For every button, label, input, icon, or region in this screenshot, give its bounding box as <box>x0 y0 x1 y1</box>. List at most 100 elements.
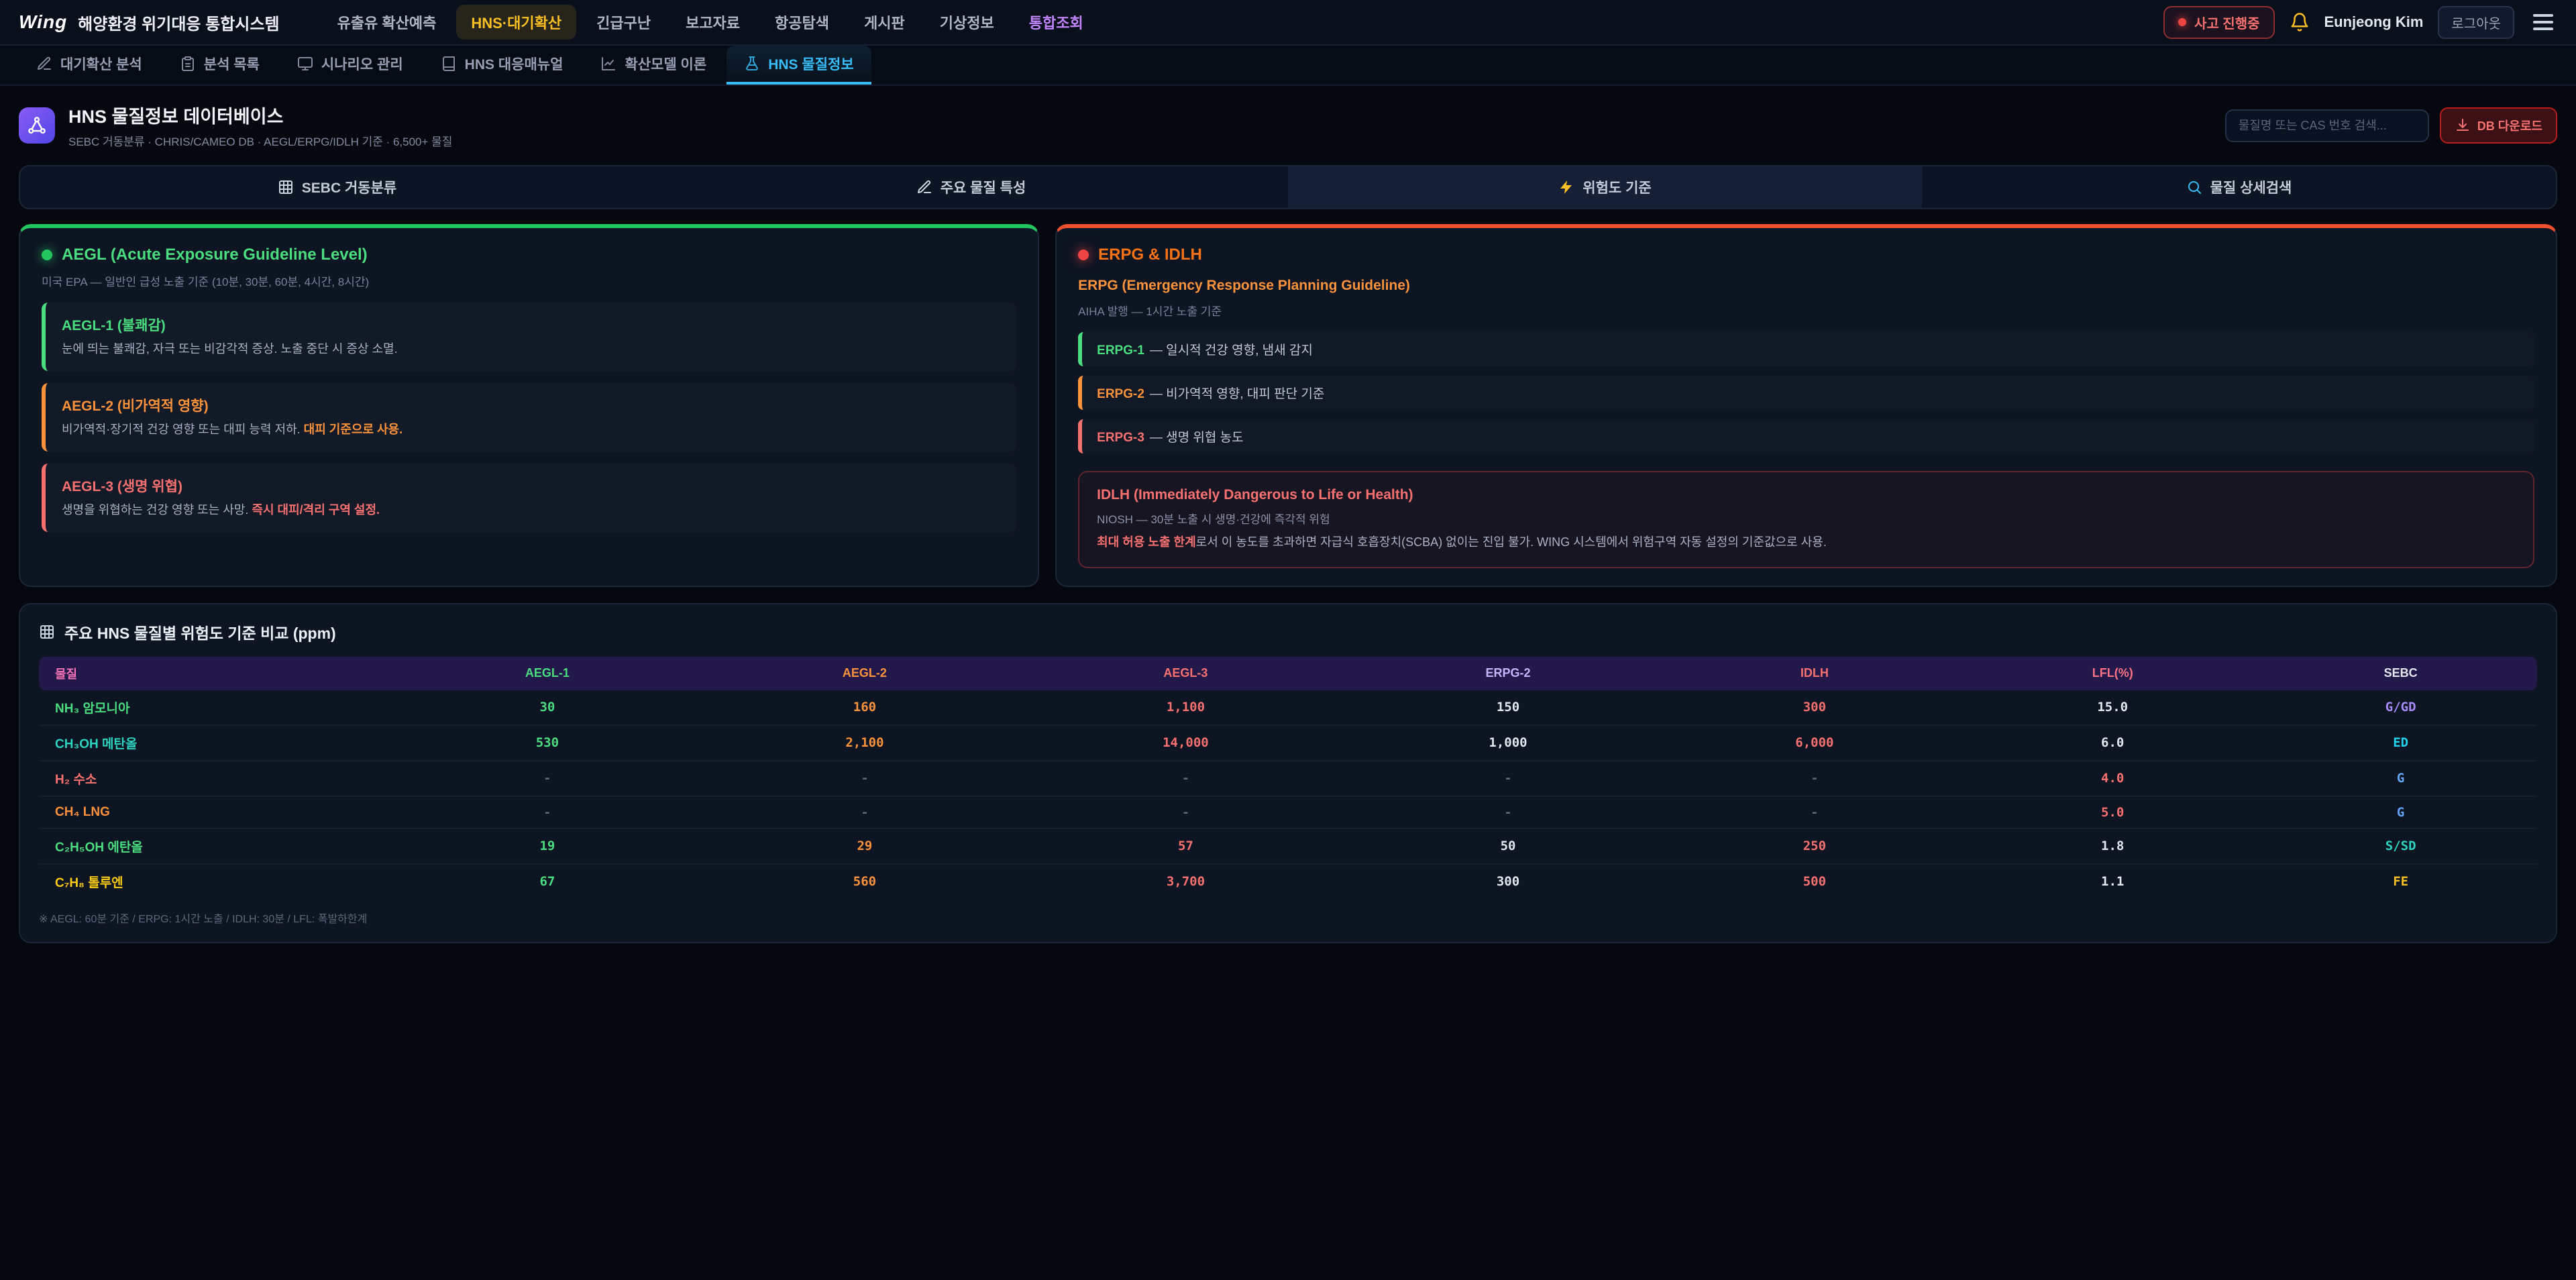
column-header-1: 물질 <box>39 657 388 690</box>
search-icon <box>2186 179 2202 195</box>
nav-item-5[interactable]: 항공탐색 <box>760 5 844 40</box>
aegl-item-2: AEGL-2 (비가역적 영향)비가역적·장기적 건강 영향 또는 대피 능력 … <box>42 383 1016 451</box>
aegl-panel-title-text: AEGL (Acute Exposure Guideline Level) <box>62 246 368 264</box>
bell-icon[interactable] <box>2290 12 2310 32</box>
aegl-item-emphasis: 대피 기준으로 사용. <box>304 423 402 436</box>
column-header-5: ERPG-2 <box>1348 657 1668 690</box>
idlh-description: 최대 허용 노출 한계로서 이 농도를 초과하면 자급식 호흡장치(SCBA) … <box>1097 533 2516 552</box>
download-icon <box>2455 117 2471 134</box>
value-cell: - <box>1668 796 1961 829</box>
red-dot-icon <box>1078 250 1089 260</box>
aegl-item-1: AEGL-1 (불쾌감) 눈에 띄는 불쾌감, 자극 또는 비감각적 증상. 노출… <box>42 303 1016 371</box>
value-cell: - <box>1023 761 1348 796</box>
nav-item-3[interactable]: 긴급구난 <box>582 5 665 40</box>
page-subtitle: SEBC 거동분류 · CHRIS/CAMEO DB · AEGL/ERPG/I… <box>68 132 452 149</box>
erpg-idlh-panel: ERPG & IDLH ERPG (Emergency Response Pla… <box>1055 224 2557 587</box>
nav-item-4[interactable]: 보고자료 <box>671 5 755 40</box>
value-cell: FE <box>2264 864 2537 899</box>
erpg-level-2: ERPG-2 — 비가역적 영향, 대피 판단 기준 <box>1078 376 2534 410</box>
aegl-panel: AEGL (Acute Exposure Guideline Level) 미국… <box>19 224 1039 587</box>
subtab-2[interactable]: 분석 목록 <box>162 46 277 85</box>
logout-button[interactable]: 로그아웃 <box>2438 6 2514 39</box>
subtab-4[interactable]: HNS 대응매뉴얼 <box>423 46 581 85</box>
value-cell: - <box>388 796 706 829</box>
subtab-5[interactable]: 확산모델 이론 <box>583 46 724 85</box>
subtab-1[interactable]: 대기확산 분석 <box>19 46 160 85</box>
book-icon <box>441 56 457 72</box>
erpg-heading: ERPG (Emergency Response Planning Guidel… <box>1078 278 2534 294</box>
table-body: NH₃ 암모니아301601,10015030015.0G/GDCH₃OH 메탄… <box>39 690 2537 899</box>
column-header-6: IDLH <box>1668 657 1961 690</box>
subtab-6[interactable]: HNS 물질정보 <box>727 46 871 85</box>
hamburger-menu-icon[interactable] <box>2529 10 2557 34</box>
section-tab-3[interactable]: 위험도 기준 <box>1288 166 1922 208</box>
value-cell: 2,100 <box>706 725 1023 761</box>
incident-dot-icon <box>2178 18 2186 26</box>
table-row: C₂H₅OH 에탄올192957502501.8S/SD <box>39 829 2537 864</box>
table-header-row: 물질AEGL-1AEGL-2AEGL-3ERPG-2IDLHLFL(%)SEBC <box>39 657 2537 690</box>
db-download-label: DB 다운로드 <box>2477 117 2542 134</box>
value-cell: 6.0 <box>1961 725 2264 761</box>
value-cell: - <box>706 796 1023 829</box>
subtab-label: HNS 물질정보 <box>768 54 853 74</box>
section-tab-4[interactable]: 물질 상세검색 <box>1922 166 2556 208</box>
substance-search-input[interactable] <box>2225 109 2429 142</box>
erpg-level-label: ERPG-3 <box>1097 431 1144 445</box>
substance-cell: C₇H₈ 톨루엔 <box>39 864 388 899</box>
table-grid-icon <box>39 624 55 640</box>
subtab-label: HNS 대응매뉴얼 <box>465 54 564 74</box>
idlh-subtitle: NIOSH — 30분 노출 시 생명·건강에 즉각적 위험 <box>1097 510 2516 527</box>
value-cell: - <box>706 761 1023 796</box>
hns-comparison-table: 물질AEGL-1AEGL-2AEGL-3ERPG-2IDLHLFL(%)SEBC… <box>39 657 2537 899</box>
page-header: HNS 물질정보 데이터베이스 SEBC 거동분류 · CHRIS/CAMEO … <box>0 86 2576 161</box>
nav-item-6[interactable]: 게시판 <box>849 5 920 40</box>
aegl-item-title: AEGL-1 (불쾌감) <box>62 315 1000 335</box>
value-cell: 29 <box>706 829 1023 864</box>
value-cell: 300 <box>1348 864 1668 899</box>
molecule-icon <box>19 107 55 144</box>
nav-item-1[interactable]: 유출유 확산예측 <box>323 5 451 40</box>
value-cell: - <box>1348 761 1668 796</box>
column-header-8: SEBC <box>2264 657 2537 690</box>
aegl-item-emphasis: 즉시 대피/격리 구역 설정. <box>252 503 380 517</box>
grid-icon <box>278 179 294 195</box>
value-cell: G <box>2264 796 2537 829</box>
value-cell: 1.8 <box>1961 829 2264 864</box>
section-tab-label: 위험도 기준 <box>1582 177 1651 197</box>
value-cell: S/SD <box>2264 829 2537 864</box>
subtab-label: 시나리오 관리 <box>321 54 403 74</box>
substance-cell: C₂H₅OH 에탄올 <box>39 829 388 864</box>
page-title: HNS 물질정보 데이터베이스 <box>68 102 452 128</box>
erpg-subheading: AIHA 발행 — 1시간 노출 기준 <box>1078 302 2534 319</box>
nav-item-8[interactable]: 통합조회 <box>1014 5 1098 40</box>
brand[interactable]: Wing 해양환경 위기대응 통합시스템 <box>19 11 280 34</box>
aegl-item-title: AEGL-2 (비가역적 영향) <box>62 395 1000 415</box>
erpg-list: ERPG-1 — 일시적 건강 영향, 냄새 감지 ERPG-2 — 비가역적 영… <box>1078 332 2534 454</box>
topbar: Wing 해양환경 위기대응 통합시스템 유출유 확산예측HNS·대기확산긴급구… <box>0 0 2576 46</box>
value-cell: 6,000 <box>1668 725 1961 761</box>
value-cell: 19 <box>388 829 706 864</box>
value-cell: 150 <box>1348 690 1668 725</box>
value-cell: 5.0 <box>1961 796 2264 829</box>
value-cell: 530 <box>388 725 706 761</box>
value-cell: 14,000 <box>1023 725 1348 761</box>
substance-cell: CH₄ LNG <box>39 796 388 829</box>
nav-item-7[interactable]: 기상정보 <box>925 5 1009 40</box>
value-cell: 30 <box>388 690 706 725</box>
aegl-item-desc: 눈에 띄는 불쾌감, 자극 또는 비감각적 증상. 노출 중단 시 증상 소멸. <box>62 340 1000 359</box>
subtab-3[interactable]: 시나리오 관리 <box>280 46 421 85</box>
incident-badge[interactable]: 사고 진행중 <box>2163 6 2275 39</box>
pencil-icon <box>36 56 52 72</box>
column-header-2: AEGL-1 <box>388 657 706 690</box>
section-tab-2[interactable]: 주요 물질 특성 <box>654 166 1288 208</box>
chart-icon <box>600 56 616 72</box>
app-root: Wing 해양환경 위기대응 통합시스템 유출유 확산예측HNS·대기확산긴급구… <box>0 0 2576 1280</box>
db-download-button[interactable]: DB 다운로드 <box>2440 107 2557 144</box>
erpg-level-1: ERPG-1 — 일시적 건강 영향, 냄새 감지 <box>1078 332 2534 366</box>
user-name: Eunjeong Kim <box>2324 13 2424 31</box>
pencil-icon <box>916 179 932 195</box>
value-cell: G <box>2264 761 2537 796</box>
section-tab-1[interactable]: SEBC 거동분류 <box>20 166 654 208</box>
subtab-label: 대기확산 분석 <box>60 54 142 74</box>
nav-item-2[interactable]: HNS·대기확산 <box>456 5 576 40</box>
